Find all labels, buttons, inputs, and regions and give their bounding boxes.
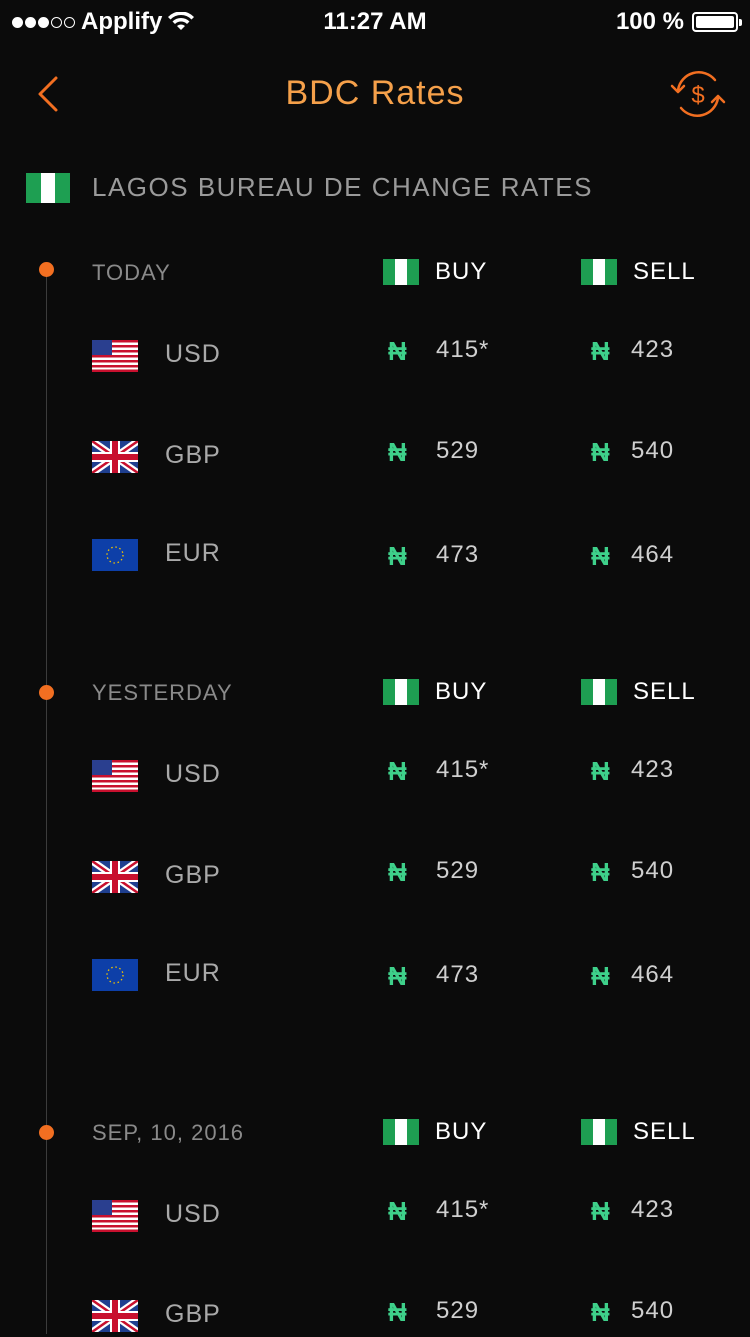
currency-exchange-icon[interactable]: $ — [668, 64, 728, 124]
nigeria-flag-icon — [383, 259, 419, 285]
rate-row-usd[interactable]: USD ₦ 415* ₦ 423 — [0, 336, 750, 376]
us-flag-icon — [92, 340, 138, 372]
currency-code: USD — [165, 340, 221, 368]
status-right: 100 % — [615, 8, 742, 36]
buy-value: 415* — [436, 336, 490, 363]
naira-icon: ₦ — [591, 437, 610, 467]
nigeria-flag-icon — [581, 679, 617, 705]
sell-value: 423 — [631, 336, 675, 363]
buy-column-header: BUY — [383, 678, 487, 706]
buy-value: 529 — [436, 1297, 480, 1324]
naira-icon: ₦ — [591, 756, 610, 786]
rate-row-gbp[interactable]: GBP ₦ 529 ₦ 540 — [0, 1297, 750, 1337]
uk-flag-icon — [92, 1300, 138, 1332]
nigeria-flag-icon — [581, 1119, 617, 1145]
rate-row-gbp[interactable]: GBP ₦ 529 ₦ 540 — [0, 857, 750, 897]
page-title: BDC Rates — [285, 74, 465, 112]
naira-icon: ₦ — [591, 541, 610, 571]
sell-value: 464 — [631, 541, 675, 568]
sell-value: 464 — [631, 961, 675, 988]
naira-icon: ₦ — [388, 437, 407, 467]
currency-code: GBP — [165, 1300, 221, 1328]
buy-value: 415* — [436, 1196, 490, 1223]
buy-label: BUY — [435, 1118, 488, 1145]
group-date-label: YESTERDAY — [92, 680, 233, 705]
uk-flag-icon — [92, 441, 138, 473]
rate-row-usd[interactable]: USD ₦ 415* ₦ 423 — [0, 756, 750, 796]
buy-value: 529 — [436, 857, 480, 884]
timeline-dot — [39, 262, 54, 277]
naira-icon: ₦ — [591, 857, 610, 887]
naira-icon: ₦ — [591, 336, 610, 366]
nigeria-flag-icon — [383, 679, 419, 705]
naira-icon: ₦ — [388, 336, 407, 366]
buy-value: 415* — [436, 756, 490, 783]
group-date-label: SEP, 10, 2016 — [92, 1120, 245, 1145]
currency-code: GBP — [165, 861, 221, 889]
nigeria-flag-icon — [26, 172, 70, 203]
buy-value: 473 — [436, 961, 480, 988]
currency-code: USD — [165, 760, 221, 788]
uk-flag-icon — [92, 861, 138, 893]
sell-value: 540 — [631, 857, 675, 884]
naira-icon: ₦ — [388, 756, 407, 786]
buy-column-header: BUY — [383, 1118, 487, 1146]
section-header: LAGOS BUREAU DE CHANGE RATES — [26, 172, 593, 203]
naira-icon: ₦ — [388, 857, 407, 887]
sell-column-header: SELL — [581, 1118, 696, 1146]
buy-column-header: BUY — [383, 258, 487, 286]
buy-value: 473 — [436, 541, 480, 568]
timeline-dot — [39, 1125, 54, 1140]
group-date-label: TODAY — [92, 260, 171, 285]
rate-row-eur[interactable]: EUR ₦ 473 ₦ 464 — [0, 959, 750, 999]
timeline-dot — [39, 685, 54, 700]
buy-label: BUY — [435, 678, 488, 705]
naira-icon: ₦ — [388, 541, 407, 571]
sell-column-header: SELL — [581, 258, 696, 286]
naira-icon: ₦ — [591, 1297, 610, 1327]
eu-flag-icon — [92, 959, 138, 991]
sell-value: 540 — [631, 437, 675, 464]
currency-code: EUR — [165, 539, 221, 567]
sell-value: 423 — [631, 1196, 675, 1223]
status-bar: Applify 11:27 AM 100 % — [0, 0, 750, 44]
currency-code: EUR — [165, 959, 221, 987]
naira-icon: ₦ — [388, 961, 407, 991]
nigeria-flag-icon — [581, 259, 617, 285]
rate-row-eur[interactable]: EUR ₦ 473 ₦ 464 — [0, 539, 750, 579]
sell-label: SELL — [633, 258, 696, 285]
rate-row-gbp[interactable]: GBP ₦ 529 ₦ 540 — [0, 437, 750, 477]
sell-column-header: SELL — [581, 678, 696, 706]
naira-icon: ₦ — [388, 1196, 407, 1226]
sell-label: SELL — [633, 1118, 696, 1145]
currency-code: GBP — [165, 441, 221, 469]
nigeria-flag-icon — [383, 1119, 419, 1145]
eu-flag-icon — [92, 539, 138, 571]
buy-value: 529 — [436, 437, 480, 464]
timeline-line — [46, 270, 47, 1334]
sell-value: 540 — [631, 1297, 675, 1324]
sell-value: 423 — [631, 756, 675, 783]
buy-label: BUY — [435, 258, 488, 285]
us-flag-icon — [92, 1200, 138, 1232]
section-title: LAGOS BUREAU DE CHANGE RATES — [92, 172, 593, 202]
battery-icon — [692, 12, 742, 32]
naira-icon: ₦ — [591, 1196, 610, 1226]
us-flag-icon — [92, 760, 138, 792]
naira-icon: ₦ — [591, 961, 610, 991]
svg-text:$: $ — [691, 82, 704, 109]
sell-label: SELL — [633, 678, 696, 705]
battery-percent: 100 % — [615, 8, 684, 35]
currency-code: USD — [165, 1200, 221, 1228]
naira-icon: ₦ — [388, 1297, 407, 1327]
rate-row-usd[interactable]: USD ₦ 415* ₦ 423 — [0, 1196, 750, 1236]
